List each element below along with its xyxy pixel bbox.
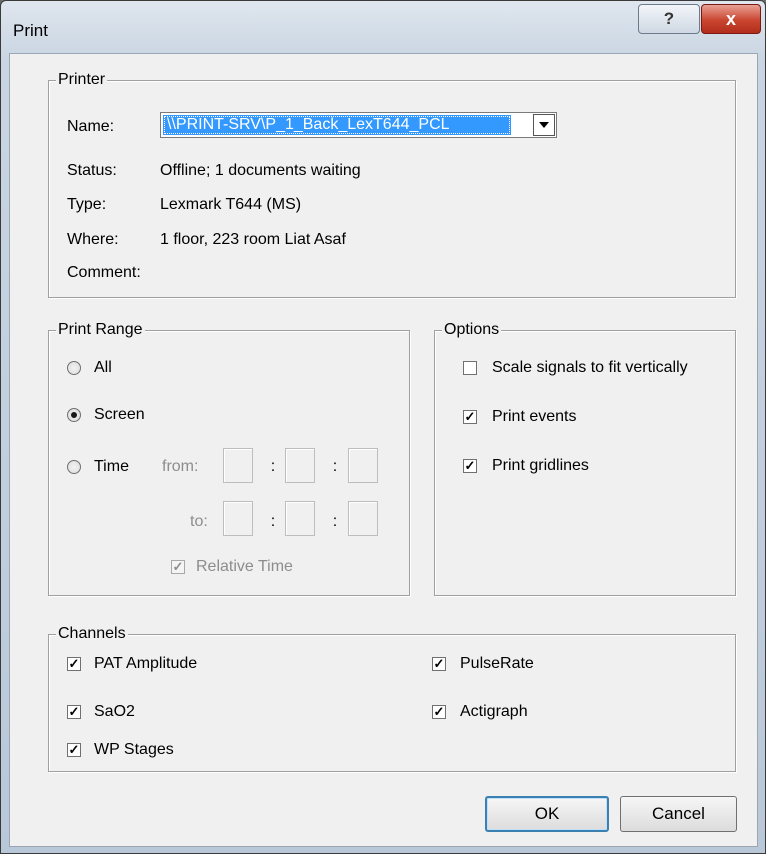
to-seconds-input[interactable] [348, 501, 378, 536]
help-button[interactable]: ? [638, 4, 700, 34]
time-from-label: from: [162, 458, 199, 475]
printer-where-value: 1 floor, 223 room Liat Asaf [160, 231, 346, 248]
printer-type-label: Type: [67, 196, 107, 213]
ok-button[interactable]: OK [485, 796, 609, 832]
to-colon-2: : [332, 513, 338, 530]
to-colon-1: : [270, 513, 276, 530]
to-minutes-input[interactable] [285, 501, 315, 536]
channel-checkbox[interactable]: ✓ [67, 657, 81, 671]
radio-all[interactable] [67, 361, 81, 375]
to-hours-input[interactable] [223, 501, 253, 536]
channel-checkbox[interactable]: ✓ [432, 657, 446, 671]
radio-screen-label[interactable]: Screen [94, 405, 145, 425]
radio-all-label[interactable]: All [94, 358, 112, 378]
close-button[interactable]: x [701, 4, 761, 34]
print-gridlines-checkbox[interactable]: ✓ [463, 459, 477, 473]
radio-screen[interactable] [67, 408, 81, 422]
from-colon-1: : [270, 458, 276, 475]
printer-status-value: Offline; 1 documents waiting [160, 162, 361, 179]
printer-name-select[interactable]: \\PRINT-SRV\P_1_Back_LexT644_PCL [160, 112, 557, 138]
from-colon-2: : [332, 458, 338, 475]
channel-checkbox[interactable]: ✓ [432, 705, 446, 719]
channel-label[interactable]: PulseRate [460, 654, 534, 674]
window-title: Print [13, 21, 48, 40]
channel-label[interactable]: Actigraph [460, 702, 528, 722]
relative-time-checkbox[interactable]: ✓ [171, 560, 185, 574]
radio-time[interactable] [67, 460, 81, 474]
channels-legend: Channels [56, 624, 128, 644]
print-events-label[interactable]: Print events [492, 407, 576, 427]
printer-name-label: Name: [67, 118, 115, 135]
channel-label[interactable]: PAT Amplitude [94, 654, 197, 674]
from-seconds-input[interactable] [348, 448, 378, 483]
from-hours-input[interactable] [223, 448, 253, 483]
scale-signals-checkbox[interactable] [463, 361, 477, 375]
relative-time-label: Relative Time [196, 558, 293, 575]
channel-checkbox[interactable]: ✓ [67, 743, 81, 757]
printer-comment-label: Comment: [67, 264, 141, 281]
dialog-body: Printer Name: \\PRINT-SRV\P_1_Back_LexT6… [9, 53, 758, 847]
from-minutes-input[interactable] [285, 448, 315, 483]
print-range-legend: Print Range [56, 320, 145, 340]
printer-type-value: Lexmark T644 (MS) [160, 196, 302, 213]
options-legend: Options [442, 320, 502, 340]
cancel-button[interactable]: Cancel [620, 796, 737, 832]
print-gridlines-label[interactable]: Print gridlines [492, 456, 589, 476]
channel-label[interactable]: SaO2 [94, 702, 135, 722]
title-bar[interactable]: Print ? x [1, 1, 765, 55]
channel-label[interactable]: WP Stages [94, 740, 174, 760]
dropdown-arrow-icon[interactable] [533, 114, 555, 136]
printer-status-label: Status: [67, 162, 117, 179]
scale-signals-label[interactable]: Scale signals to fit vertically [492, 358, 688, 378]
channel-checkbox[interactable]: ✓ [67, 705, 81, 719]
radio-time-label[interactable]: Time [94, 457, 129, 477]
printer-legend: Printer [56, 70, 108, 90]
printer-where-label: Where: [67, 231, 119, 248]
time-to-label: to: [190, 513, 208, 530]
printer-name-value: \\PRINT-SRV\P_1_Back_LexT644_PCL [163, 115, 511, 135]
print-dialog: Print ? x Printer Name: \\PRINT-SRV\P_1_… [0, 0, 766, 854]
print-events-checkbox[interactable]: ✓ [463, 410, 477, 424]
